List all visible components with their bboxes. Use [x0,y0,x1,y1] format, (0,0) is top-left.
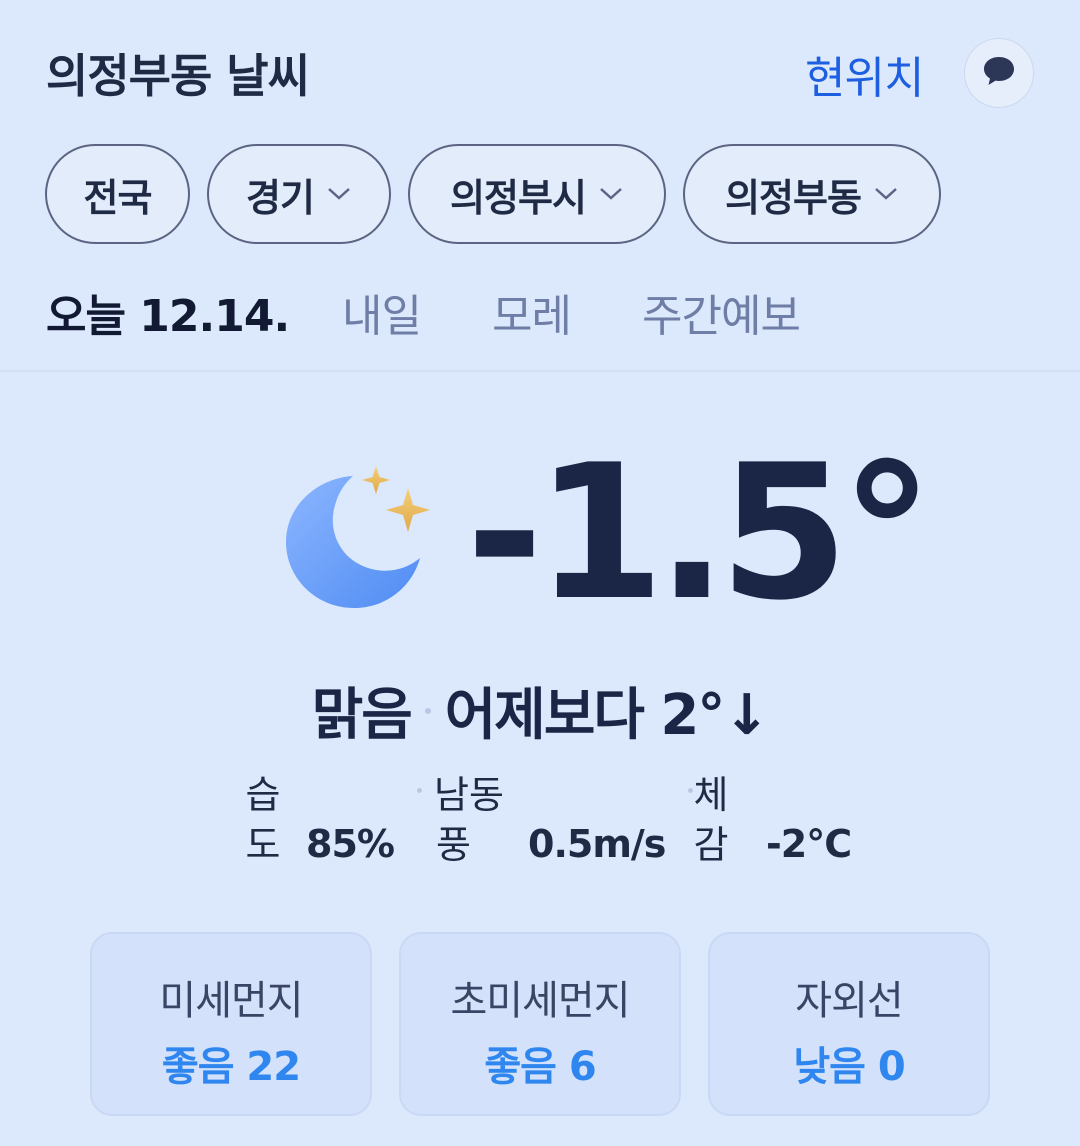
fine-dust-card[interactable]: 미세먼지 좋음 22 [90,932,372,1116]
region-chip-label: 경기 [246,175,315,220]
clear-night-moon-icon [278,460,438,624]
chat-bubble-icon [981,54,1017,92]
region-chip-label: 의정부시 [450,175,587,220]
wind-label: 남동 풍 [434,770,510,870]
card-value: 낮음 0 [793,1044,905,1090]
humidity-value: 85% [306,822,395,866]
separator-dot [417,788,422,793]
humidity-label: 습 도 [243,770,283,870]
region-chip-country[interactable]: 전국 [45,144,190,244]
region-chip-label: 의정부동 [725,175,862,220]
region-chip-dong[interactable]: 의정부동 [683,144,941,244]
weather-page: 의정부동 날씨 현위치 전국 경기 의정부시 의정부동 오늘 12.14. 내일… [0,0,1080,1146]
wind-value: 0.5m/s [528,822,666,866]
tab-tomorrow[interactable]: 내일 [342,280,422,344]
humidity-label-line: 도 [245,823,281,867]
humidity-label-line: 습 [245,773,281,817]
region-chip-province[interactable]: 경기 [207,144,391,244]
region-chip-label: 전국 [83,175,153,220]
separator-dot [424,707,431,714]
card-value: 좋음 6 [484,1044,596,1090]
page-title: 의정부동 날씨 [46,49,310,103]
card-title: 자외선 [795,978,903,1024]
current-temperature: -1.5° [466,424,934,641]
wind-label-line: 남동 [434,773,504,817]
uv-index-card[interactable]: 자외선 낮음 0 [708,932,990,1116]
chevron-down-icon [873,186,899,202]
card-title: 미세먼지 [159,978,303,1024]
chevron-down-icon [598,186,624,202]
tab-weekly[interactable]: 주간예보 [642,280,801,344]
region-chip-city[interactable]: 의정부시 [408,144,666,244]
tab-today[interactable]: 오늘 12.14. [46,280,290,344]
weather-summary: 맑음 어제보다 2°↓ [0,670,1080,751]
wind-label-line: 풍 [436,823,471,867]
divider [0,370,1080,372]
feels-like-label: 체 감 [691,770,731,870]
card-title: 초미세먼지 [450,978,631,1024]
chevron-down-icon [326,186,352,202]
feels-like-label-line: 감 [693,823,729,867]
weather-condition: 맑음 [311,683,413,748]
current-location-link[interactable]: 현위치 [805,42,924,106]
chat-button[interactable] [964,38,1034,108]
tab-day-after[interactable]: 모레 [492,280,572,344]
card-value: 좋음 22 [161,1044,301,1090]
feels-like-label-line: 체 [693,773,729,817]
feels-like-value: -2°C [766,822,852,866]
ultrafine-dust-card[interactable]: 초미세먼지 좋음 6 [399,932,681,1116]
temperature-comparison: 어제보다 2°↓ [444,683,770,748]
